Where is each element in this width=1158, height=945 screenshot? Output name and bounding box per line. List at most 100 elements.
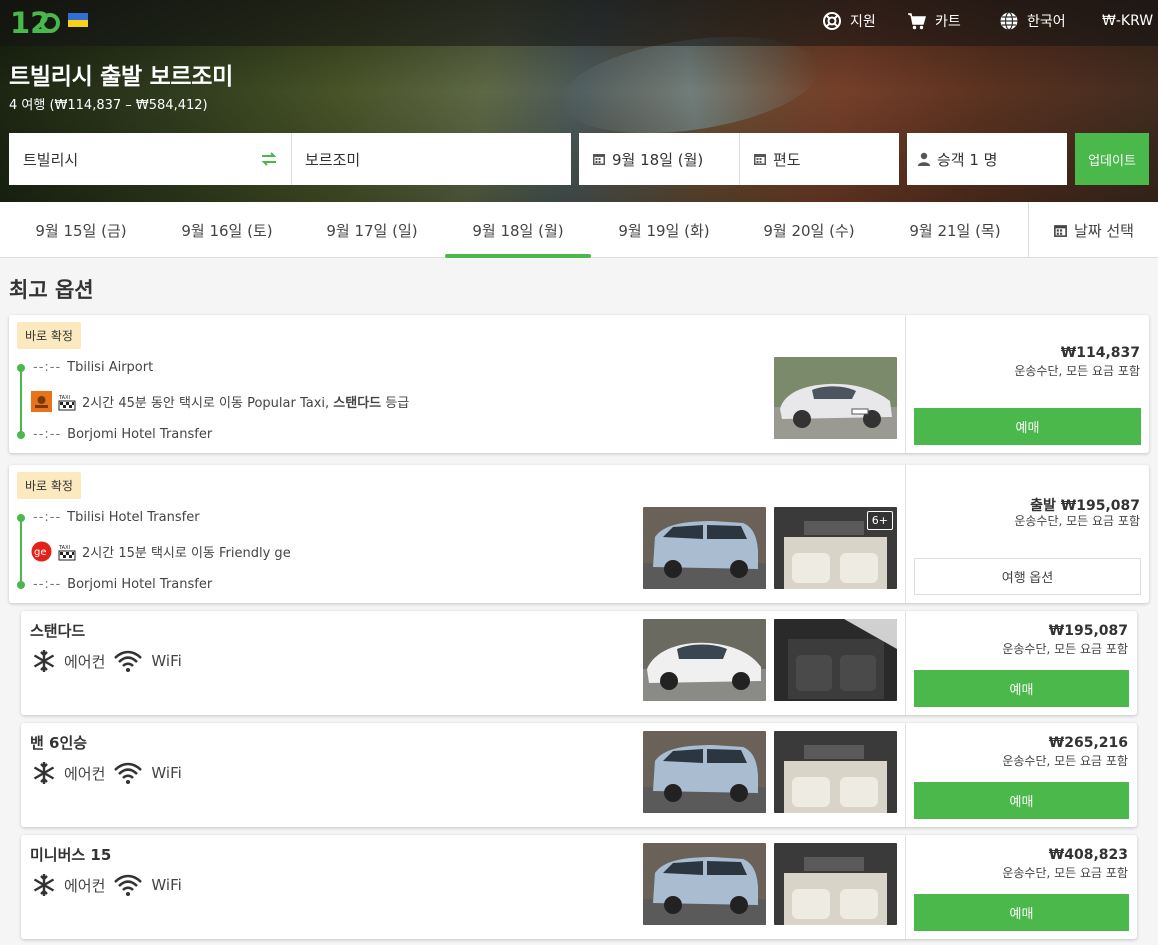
calendar-icon — [754, 154, 766, 165]
date-tab[interactable]: 9월 16일 (토) — [154, 202, 300, 258]
price-panel: ₩114,837 운송수단, 모든 요금 포함 예매 — [905, 315, 1149, 453]
to-field[interactable]: 보르조미 — [291, 133, 571, 185]
trip-type-field[interactable]: 편도 — [739, 133, 899, 185]
swap-icon[interactable] — [261, 151, 277, 167]
class-name: 스탠다드 — [30, 622, 86, 640]
arrival-place: Borjomi Hotel Transfer — [67, 427, 213, 442]
date-tabs: 9월 15일 (금) 9월 16일 (토) 9월 17일 (일) 9월 18일 … — [0, 202, 1158, 258]
calendar-icon — [1054, 224, 1067, 237]
vehicle-photo[interactable] — [643, 507, 766, 589]
class-option-card[interactable]: 미니버스 15 에어컨 WiFi ₩408,823 운송수단, 모든 요금 포함… — [21, 835, 1137, 939]
ride-info: ge TAXI 2시간 15분 택시로 이동 Friendly ge — [31, 541, 291, 562]
svg-text:ge: ge — [34, 547, 47, 558]
nav-language[interactable]: 한국어 — [999, 10, 1066, 32]
from-value: 트빌리시 — [23, 150, 79, 169]
departure-place: Tbilisi Hotel Transfer — [67, 510, 200, 525]
price: ₩265,216 — [1048, 735, 1128, 751]
vehicle-interior-photo[interactable] — [774, 731, 897, 813]
date-field[interactable]: 9월 18일 (월) — [579, 133, 739, 185]
site-logo-icon[interactable]: 12 — [10, 4, 60, 40]
hero-banner: 12 지원 카트 한국어 ₩-KRW 트빌리시 출발 보르조미 4 여행 (₩1… — [0, 0, 1158, 202]
class-option-card[interactable]: 밴 6인승 에어컨 WiFi ₩265,216 운송수단, 모든 요금 포함 예… — [21, 723, 1137, 827]
class-name: 미니버스 15 — [30, 846, 112, 864]
ride-description: 2시간 15분 택시로 이동 Friendly ge — [82, 546, 291, 561]
ride-description: 2시간 45분 동안 택시로 이동 Popular Taxi, 스탠다드 등급 — [82, 392, 409, 411]
book-button[interactable]: 예매 — [914, 782, 1129, 819]
date-tab[interactable]: 9월 19일 (화) — [591, 202, 737, 258]
price-note: 운송수단, 모든 요금 포함 — [1002, 642, 1128, 656]
price-note: 운송수단, 모든 요금 포함 — [1002, 754, 1128, 768]
vehicle-interior-photo[interactable] — [774, 843, 897, 925]
update-button[interactable]: 업데이트 — [1075, 133, 1149, 185]
result-card[interactable]: 바로 확정 --:-- Tbilisi Hotel Transfer ge TAX… — [9, 465, 1149, 603]
book-button[interactable]: 예매 — [914, 670, 1129, 707]
friendly-ge-logo-icon: ge — [31, 541, 52, 562]
ride-info: TAXI 2시간 45분 동안 택시로 이동 Popular Taxi, 스탠다… — [31, 391, 409, 412]
taxi-icon: TAXI — [58, 395, 76, 410]
taxi-icon: TAXI — [58, 545, 76, 560]
ride-class: 스탠다드 — [333, 396, 382, 411]
more-photos-badge[interactable]: 6+ — [866, 511, 893, 530]
route-dot — [17, 431, 25, 439]
arrival-stop: --:-- Borjomi Hotel Transfer — [33, 427, 212, 442]
departure-time: --:-- — [33, 510, 62, 525]
vehicle-photo[interactable] — [774, 357, 897, 439]
snowflake-icon — [33, 874, 55, 896]
svg-text:TAXI: TAXI — [58, 395, 70, 401]
instant-confirm-badge: 바로 확정 — [17, 472, 81, 499]
route-dot — [17, 364, 25, 372]
date-picker-button[interactable]: 날짜 선택 — [1028, 202, 1158, 258]
arrival-time: --:-- — [33, 577, 62, 592]
to-value: 보르조미 — [305, 150, 361, 169]
wifi-icon — [114, 650, 143, 672]
ride-text-suffix: 등급 — [381, 396, 410, 411]
date-tab[interactable]: 9월 17일 (일) — [299, 202, 445, 258]
globe-icon — [1000, 11, 1018, 31]
calendar-icon — [593, 154, 605, 165]
vehicle-photo[interactable] — [643, 843, 766, 925]
class-option-card[interactable]: 스탠다드 에어컨 WiFi ₩195,087 운송수단, 모든 요금 포함 예매 — [21, 611, 1137, 715]
book-button[interactable]: 예매 — [914, 894, 1129, 931]
price: ₩195,087 — [1048, 623, 1128, 639]
top-bar: 12 지원 카트 한국어 ₩-KRW — [0, 0, 1158, 46]
date-tab-active[interactable]: 9월 18일 (월) — [445, 202, 591, 258]
result-card[interactable]: 바로 확정 --:-- Tbilisi Airport TAXI 2시간 45분 … — [9, 315, 1149, 453]
price-panel: ₩195,087 운송수단, 모든 요금 포함 예매 — [905, 611, 1137, 715]
passengers-field[interactable]: 승객 1 명 — [907, 133, 1067, 185]
snowflake-icon — [33, 762, 55, 784]
svg-text:TAXI: TAXI — [58, 545, 70, 551]
price-panel: ₩265,216 운송수단, 모든 요금 포함 예매 — [905, 723, 1137, 827]
date-tab[interactable]: 9월 20일 (수) — [736, 202, 882, 258]
popular-taxi-logo-icon — [31, 391, 52, 412]
snowflake-icon — [33, 650, 55, 672]
amenity-wifi: WiFi — [151, 764, 182, 782]
nav-currency[interactable]: ₩-KRW — [1102, 10, 1153, 32]
nav-cart[interactable]: 카트 — [907, 10, 961, 32]
date-tab[interactable]: 9월 21일 (목) — [882, 202, 1028, 258]
price-note: 운송수단, 모든 요금 포함 — [1002, 866, 1128, 880]
departure-place: Tbilisi Airport — [67, 360, 154, 375]
nav-support[interactable]: 지원 — [822, 10, 876, 32]
nav-currency-label: ₩-KRW — [1102, 13, 1154, 29]
ukraine-flag-icon — [68, 13, 88, 27]
class-name: 밴 6인승 — [30, 734, 88, 752]
date-tab[interactable]: 9월 15일 (금) — [8, 202, 154, 258]
date-value: 9월 18일 (월) — [612, 150, 704, 169]
trip-options-button[interactable]: 여행 옵션 — [914, 558, 1141, 595]
vehicle-photo[interactable] — [643, 731, 766, 813]
vehicle-interior-photo[interactable]: 6+ — [774, 507, 897, 589]
instant-confirm-badge: 바로 확정 — [17, 322, 81, 349]
route-line — [20, 518, 22, 584]
amenity-ac: 에어컨 — [64, 652, 106, 671]
arrival-stop: --:-- Borjomi Hotel Transfer — [33, 577, 212, 592]
amenity-wifi: WiFi — [151, 652, 182, 670]
price-note: 운송수단, 모든 요금 포함 — [1014, 364, 1140, 378]
departure-time: --:-- — [33, 360, 62, 375]
book-button[interactable]: 예매 — [914, 408, 1141, 445]
vehicle-interior-photo[interactable] — [774, 619, 897, 701]
vehicle-photo[interactable] — [643, 619, 766, 701]
from-field[interactable]: 트빌리시 — [9, 133, 291, 185]
trip-type-value: 편도 — [773, 150, 801, 169]
route-dot — [17, 514, 25, 522]
amenities: 에어컨 WiFi — [32, 761, 182, 785]
